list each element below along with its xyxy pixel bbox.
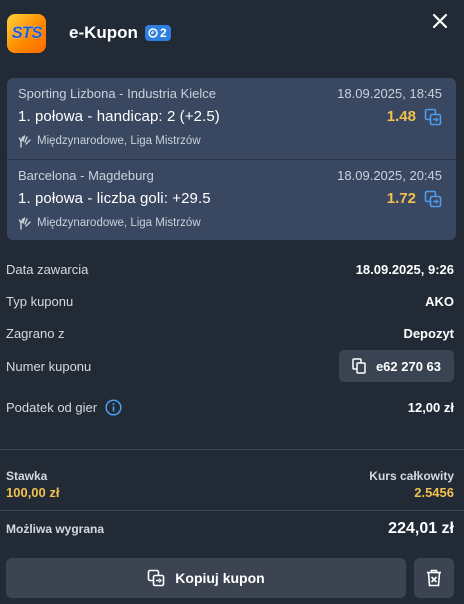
bet-league-text: Międzynarodowe, Liga Mistrzów xyxy=(37,217,201,229)
copy-coupon-button[interactable]: Kopiuj kupon xyxy=(6,558,406,598)
handball-icon xyxy=(18,135,31,148)
number-row: Numer kuponu e62 270 63 xyxy=(6,350,454,382)
copy-number-button[interactable]: e62 270 63 xyxy=(339,350,454,382)
source-label: Zagrano z xyxy=(6,326,65,341)
copy-coupon-label: Kopiuj kupon xyxy=(175,570,265,586)
divider xyxy=(0,510,464,511)
trash-icon xyxy=(427,569,441,587)
type-value: AKO xyxy=(425,294,454,309)
bet-league: Międzynarodowe, Liga Mistrzów xyxy=(18,216,201,230)
sts-logo: STS xyxy=(7,13,46,53)
bet-market: 1. połowa - handicap: 2 (+2.5) xyxy=(18,108,220,125)
bet-market: 1. połowa - liczba goli: +29.5 xyxy=(18,190,211,207)
tax-row: Podatek od gier 12,00 zł xyxy=(6,399,454,416)
bet-date: 18.09.2025, 20:45 xyxy=(337,168,442,183)
coupon-icon xyxy=(148,28,158,38)
tax-label-group: Podatek od gier xyxy=(6,399,122,416)
total-odds-label: Kurs całkowity xyxy=(369,469,454,483)
logo-text: STS xyxy=(11,23,42,42)
page-title: e-Kupon xyxy=(69,23,138,42)
copy-coupon-icon xyxy=(147,569,165,587)
type-row: Typ kuponu AKO xyxy=(6,294,454,309)
bet-league-text: Międzynarodowe, Liga Mistrzów xyxy=(37,135,201,147)
copy-icon xyxy=(352,358,366,374)
stake-label: Stawka xyxy=(6,469,48,483)
stake-value: 100,00 zł xyxy=(6,485,60,500)
date-row: Data zawarcia 18.09.2025, 9:26 xyxy=(6,262,454,277)
delete-coupon-button[interactable] xyxy=(414,558,454,598)
source-value: Depozyt xyxy=(403,326,454,341)
bet-item: Sporting Lizbona - Industria Kielce 18.0… xyxy=(7,78,456,159)
copy-odds-icon[interactable] xyxy=(424,190,442,208)
bet-item: Barcelona - Magdeburg 18.09.2025, 20:45 … xyxy=(7,159,456,240)
badge-count: 2 xyxy=(159,26,167,40)
possible-win-label: Możliwa wygrana xyxy=(6,522,105,536)
divider xyxy=(0,449,464,450)
bet-teams[interactable]: Barcelona - Magdeburg xyxy=(18,168,154,183)
handball-icon xyxy=(18,217,31,230)
bet-odds: 1.48 xyxy=(386,108,416,125)
total-odds-value: 2.5456 xyxy=(414,485,454,500)
header: STS e-Kupon 2 xyxy=(0,0,464,66)
tax-label: Podatek od gier xyxy=(6,400,98,415)
number-label: Numer kuponu xyxy=(6,358,92,374)
bet-list: Sporting Lizbona - Industria Kielce 18.0… xyxy=(7,78,456,240)
date-label: Data zawarcia xyxy=(6,262,89,277)
bet-teams[interactable]: Sporting Lizbona - Industria Kielce xyxy=(18,86,216,101)
bet-date: 18.09.2025, 18:45 xyxy=(337,86,442,101)
type-label: Typ kuponu xyxy=(6,294,74,309)
bet-count-badge: 2 xyxy=(144,25,171,41)
bet-league: Międzynarodowe, Liga Mistrzów xyxy=(18,134,201,148)
close-icon[interactable] xyxy=(430,11,450,31)
possible-win-value: 224,01 zł xyxy=(388,520,454,537)
bet-odds: 1.72 xyxy=(386,190,416,207)
number-value: e62 270 63 xyxy=(375,358,442,374)
source-row: Zagrano z Depozyt xyxy=(6,326,454,341)
info-icon[interactable] xyxy=(105,399,122,416)
tax-value: 12,00 zł xyxy=(407,400,454,415)
date-value: 18.09.2025, 9:26 xyxy=(355,262,454,277)
copy-odds-icon[interactable] xyxy=(424,108,442,126)
